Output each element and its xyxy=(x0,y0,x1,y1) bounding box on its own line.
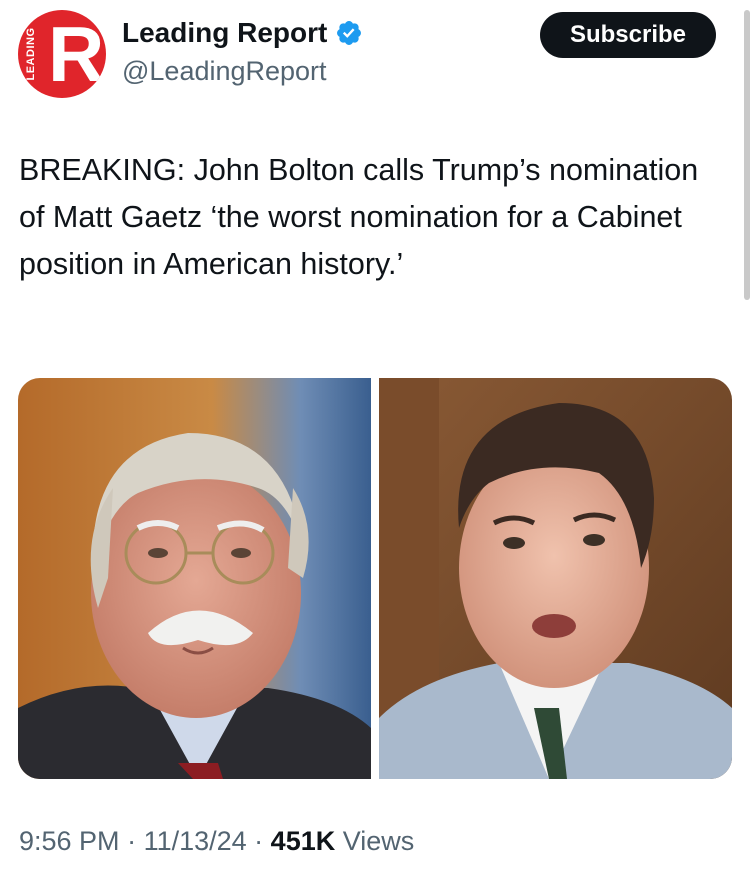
views-count[interactable]: 451K xyxy=(271,826,336,856)
author-handle[interactable]: @LeadingReport xyxy=(122,56,327,87)
tweet-media[interactable] xyxy=(18,378,732,779)
tweet-text: BREAKING: John Bolton calls Trump’s nomi… xyxy=(19,153,699,281)
display-name[interactable]: Leading Report xyxy=(122,17,327,49)
photo-gaetz[interactable] xyxy=(379,378,732,779)
verified-badge-icon xyxy=(337,21,362,45)
avatar-side-text: LEADING xyxy=(25,27,37,81)
tweet-date[interactable]: 11/13/24 xyxy=(144,826,247,856)
tweet-time[interactable]: 9:56 PM xyxy=(19,826,120,856)
views-label: Views xyxy=(335,826,415,856)
photo-bolton[interactable] xyxy=(18,378,371,779)
avatar[interactable]: LEADING R xyxy=(18,10,106,98)
scrollbar[interactable] xyxy=(744,10,750,300)
avatar-logo-letter: R xyxy=(48,10,105,98)
meta-separator: · xyxy=(246,826,271,856)
author-name-row: Leading Report xyxy=(122,17,363,49)
meta-separator: · xyxy=(119,826,144,856)
subscribe-button[interactable]: Subscribe xyxy=(540,12,716,58)
tweet-meta: 9:56 PM · 11/13/24 · 451K Views xyxy=(19,826,414,857)
